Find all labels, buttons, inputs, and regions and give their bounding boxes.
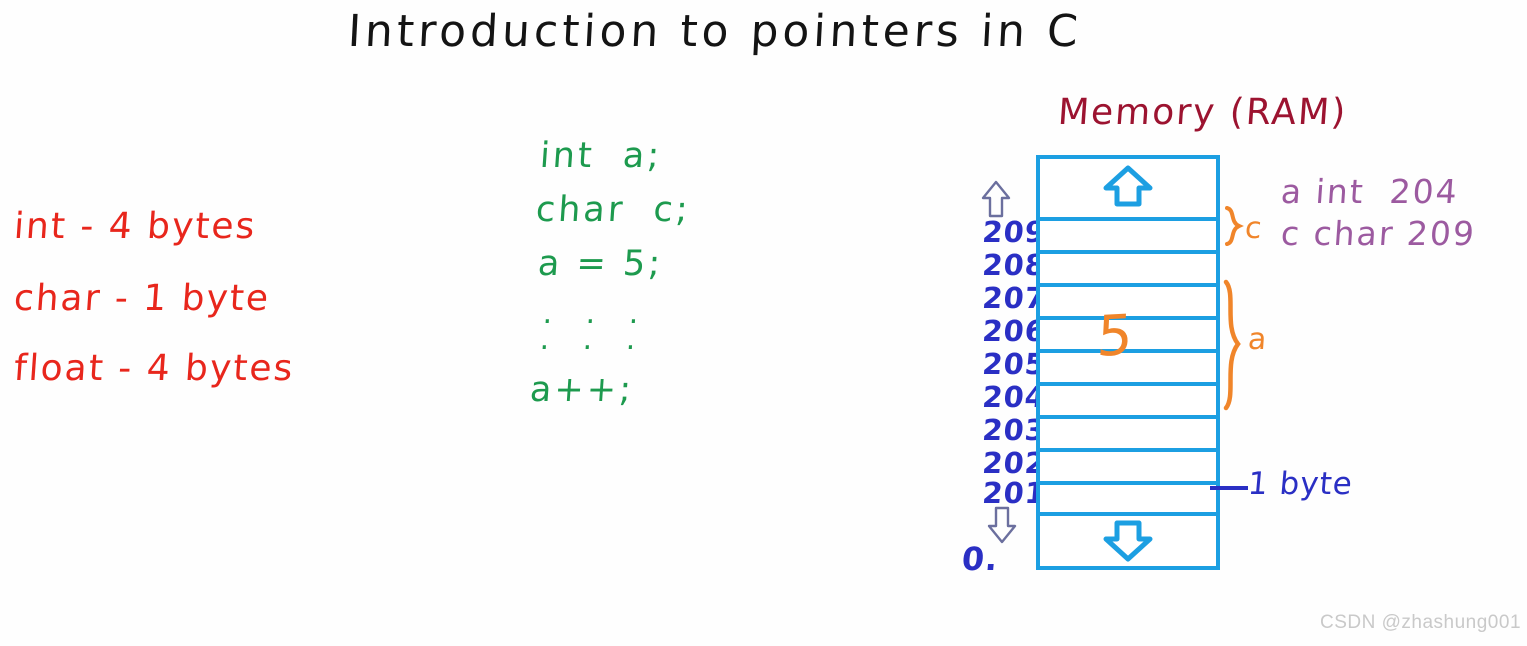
memory-cell-201 — [1036, 481, 1220, 512]
memory-stored-value: 5 — [1095, 303, 1136, 370]
type-size-line-char: char - 1 byte — [12, 278, 272, 319]
address-label-202: 202 — [980, 446, 1048, 480]
address-label-204: 204 — [980, 380, 1048, 414]
address-label-203: 203 — [980, 413, 1048, 447]
memory-cell-bottom-overflow — [1036, 512, 1220, 570]
byte-callout-label: 1 byte — [1246, 466, 1355, 502]
variable-row-c: c char 209 — [1279, 214, 1478, 253]
memory-heading: Memory (RAM) — [1056, 92, 1349, 133]
brace-label-c: c — [1243, 211, 1264, 246]
memory-cell-209 — [1036, 217, 1220, 250]
variable-row-a: a int 204 — [1279, 172, 1461, 211]
page-title: Introduction to pointers in C — [346, 6, 1084, 57]
memory-down-arrow-icon — [1101, 519, 1155, 567]
byte-callout-leader-line — [1210, 486, 1248, 490]
whiteboard-canvas: Introduction to pointers in C int - 4 by… — [0, 0, 1527, 646]
watermark: CSDN @zhashung001 — [1320, 612, 1522, 633]
memory-cell-top-overflow — [1036, 159, 1220, 217]
memory-cell-204 — [1036, 382, 1220, 415]
memory-up-arrow-icon — [1101, 164, 1155, 212]
address-label-205: 205 — [980, 347, 1048, 381]
address-label-209: 209 — [980, 215, 1048, 249]
memory-cell-203 — [1036, 415, 1220, 448]
code-line-assign: a = 5; — [536, 244, 665, 284]
address-label-206: 206 — [980, 314, 1048, 348]
address-label-zero: 0. — [960, 540, 1001, 578]
brace-for-a — [1218, 278, 1248, 416]
type-size-line-float: float - 4 bytes — [12, 348, 296, 389]
code-line-ellipsis-2: . . . — [538, 322, 649, 357]
memory-cell-202 — [1036, 448, 1220, 481]
address-label-208: 208 — [980, 248, 1048, 282]
code-line-increment: a++; — [528, 370, 636, 410]
brace-label-a: a — [1246, 322, 1269, 357]
type-size-line-int: int - 4 bytes — [12, 206, 258, 247]
address-label-207: 207 — [980, 281, 1048, 315]
code-line-declare-char: char c; — [534, 190, 692, 230]
memory-cell-208 — [1036, 250, 1220, 283]
code-line-declare-int: int a; — [538, 136, 664, 176]
